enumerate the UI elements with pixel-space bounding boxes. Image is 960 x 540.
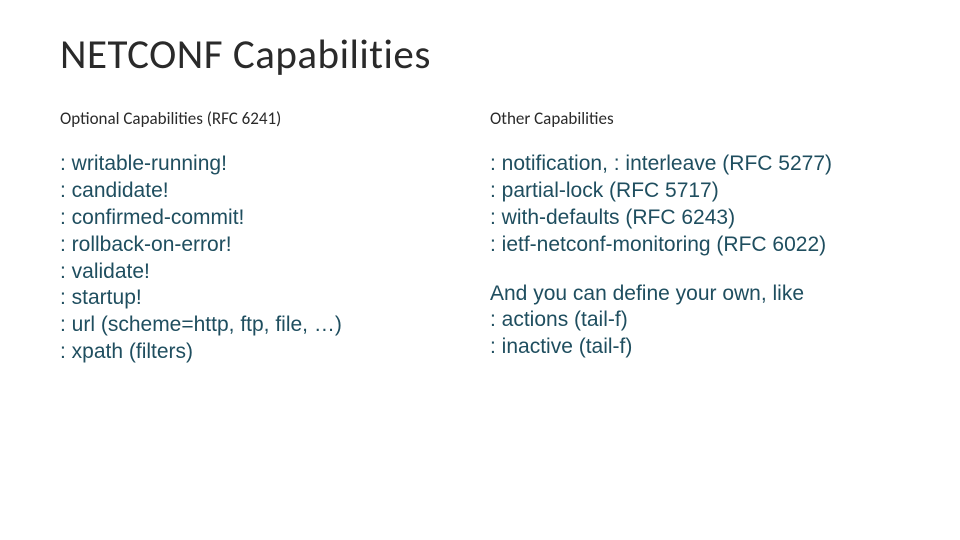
slide: NETCONF Capabilities Optional Capabiliti… [0,0,960,540]
column-left: Optional Capabilities (RFC 6241) : writa… [60,108,480,366]
column-right: Other Capabilities : notification, : int… [490,108,910,366]
columns: Optional Capabilities (RFC 6241) : writa… [60,108,910,366]
right-heading: Other Capabilities [490,108,910,129]
right-body-1: : notification, : interleave (RFC 5277):… [490,151,910,259]
left-body: : writable-running!: candidate!: confirm… [60,151,480,366]
left-heading: Optional Capabilities (RFC 6241) [60,108,480,129]
right-body-2: And you can define your own, like: actio… [490,281,910,362]
page-title: NETCONF Capabilities [60,30,910,80]
